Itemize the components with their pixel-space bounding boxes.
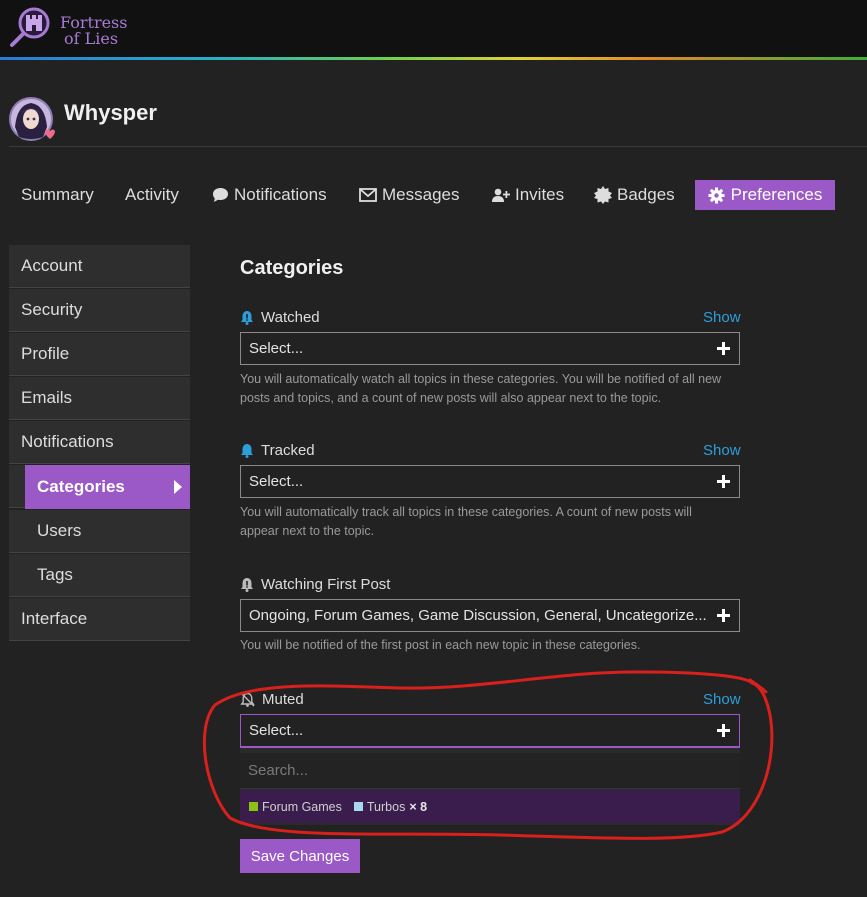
caret-right-icon [174,480,182,494]
muted-label-text: Muted [262,691,304,708]
tab-badges[interactable]: Badges [594,183,675,207]
tab-activity-label: Activity [125,185,179,204]
tab-messages-label: Messages [382,185,460,204]
tracked-category-select[interactable]: Select... [240,465,740,498]
watched-select-value: Select... [249,340,304,357]
plus-icon[interactable] [717,475,730,488]
tracked-label: Tracked [240,442,315,459]
bell-icon [241,444,253,458]
tracked-select-value: Select... [249,473,304,490]
plus-icon[interactable] [717,724,730,737]
category-chip-forum-games[interactable]: Forum Games [249,800,342,814]
sidebar-item-security[interactable]: Security [9,289,190,332]
category-chip-label: Forum Games [262,799,342,814]
heart-icon [45,129,55,139]
category-chip-count: × 8 [409,799,428,814]
plus-icon[interactable] [717,342,730,355]
muted-select-value: Select... [249,722,304,739]
sidebar-item-label: Account [21,256,83,275]
tab-summary[interactable]: Summary [21,183,94,207]
watching-first-post-help-text: You will be notified of the first post i… [240,638,641,652]
username: Whysper [64,100,157,125]
watching-first-post-label: Watching First Post [240,576,390,593]
sidebar-item-label: Emails [21,388,73,407]
tracked-help-text: You will automatically track all topics … [240,505,692,538]
muted-category-dropdown: Forum Games Turbos × 8 [240,748,740,825]
tab-notifications[interactable]: Notifications [212,183,327,207]
logo-line-2: of Lies [64,29,119,48]
sidebar-item-tags[interactable]: Tags [9,554,190,597]
user-plus-icon [492,188,510,202]
watching-first-post-select[interactable]: Ongoing, Forum Games, Game Discussion, G… [240,599,740,632]
divider [9,146,867,147]
tab-messages[interactable]: Messages [359,183,459,207]
tab-preferences-label: Preferences [730,185,823,204]
watched-category-select[interactable]: Select... [240,332,740,365]
tab-preferences[interactable]: Preferences [695,180,835,210]
sidebar-item-emails[interactable]: Emails [9,377,190,420]
sidebar-item-notifications[interactable]: Notifications [9,421,190,464]
bell-exclamation-icon [241,578,253,592]
tracked-label-text: Tracked [261,442,315,459]
sidebar-item-interface[interactable]: Interface [9,598,190,641]
dropdown-result-row[interactable]: Forum Games Turbos × 8 [240,790,740,823]
watched-label: Watched [240,309,320,326]
watched-label-text: Watched [261,309,320,326]
watched-show-link[interactable]: Show [703,309,741,326]
bell-exclamation-icon [241,311,253,325]
sidebar-item-label: Users [37,521,82,540]
tab-summary-label: Summary [21,185,94,204]
sidebar-item-label: Categories [37,477,125,496]
logo-text: Fortress of Lies [60,15,140,47]
tracked-show-link[interactable]: Show [703,442,741,459]
tab-badges-label: Badges [617,185,675,204]
sidebar-item-label: Notifications [21,432,114,451]
tab-activity[interactable]: Activity [125,183,179,207]
sidebar-item-categories[interactable]: Categories [25,465,190,509]
tab-invites-label: Invites [515,185,565,204]
envelope-icon [359,188,377,202]
bell-slash-icon [240,692,255,707]
comment-icon [213,188,228,202]
category-color-swatch [249,802,258,811]
avatar-image [9,97,55,141]
sidebar-item-profile[interactable]: Profile [9,333,190,376]
gear-icon [708,187,725,203]
sidebar-item-label: Interface [21,609,88,628]
site-logo[interactable]: Fortress of Lies [8,6,138,48]
sidebar-item-account[interactable]: Account [9,245,190,288]
sidebar-item-label: Tags [37,565,73,584]
muted-label: Muted [240,691,304,708]
watched-help-text: You will automatically watch all topics … [240,372,722,405]
header-color-bar [0,57,867,60]
page-title: Categories [240,257,344,279]
sidebar-item-label: Security [21,300,83,319]
tab-notifications-label: Notifications [234,185,327,204]
sidebar-item-users[interactable]: Users [9,510,190,553]
badge-icon [594,186,612,204]
avatar[interactable] [9,97,55,143]
magnifier-castle-icon [10,7,50,47]
category-chip-turbos[interactable]: Turbos × 8 [353,799,428,814]
watching-first-post-label-text: Watching First Post [261,576,391,593]
tab-invites[interactable]: Invites [492,183,564,207]
sidebar-item-label: Profile [21,344,70,363]
category-chip-label: Turbos [366,799,406,814]
save-changes-button[interactable]: Save Changes [240,839,360,873]
category-color-swatch [353,802,363,811]
plus-icon[interactable] [717,609,730,622]
muted-show-link[interactable]: Show [703,691,741,708]
category-search-input[interactable] [240,753,740,789]
muted-category-select[interactable]: Select... [240,714,740,748]
watching-first-post-value: Ongoing, Forum Games, Game Discussion, G… [249,607,707,624]
site-header: Fortress of Lies [0,0,867,57]
